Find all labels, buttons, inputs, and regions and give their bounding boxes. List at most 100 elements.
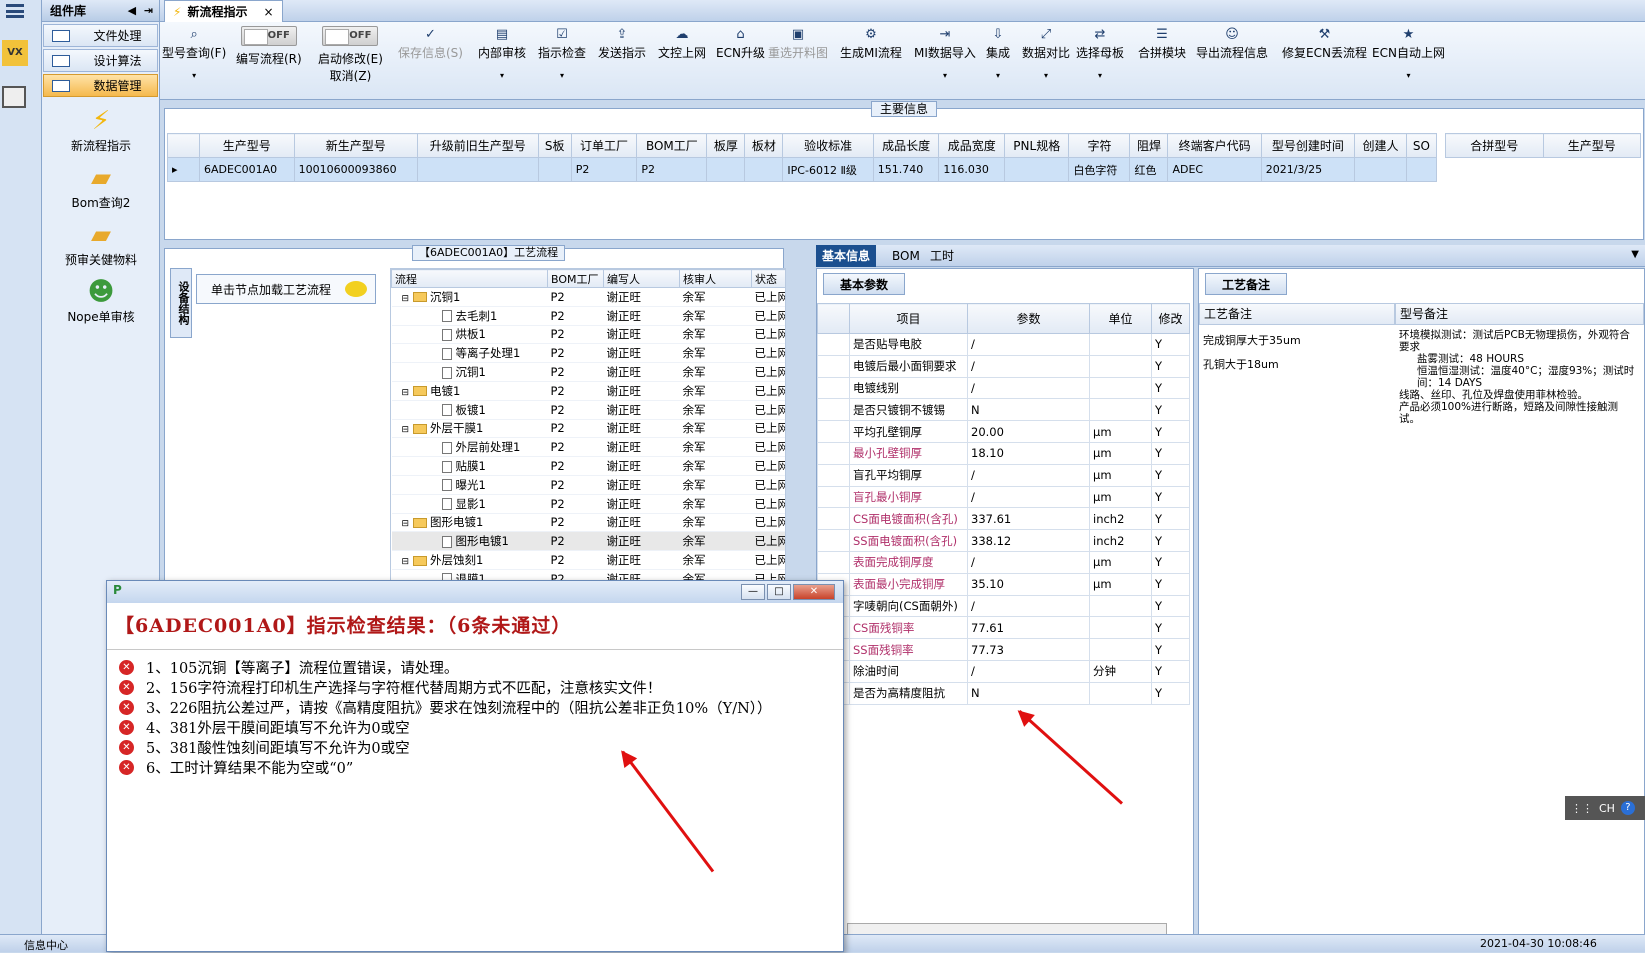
process-note-text[interactable]: 完成铜厚大于35um 孔铜大于18um — [1203, 329, 1389, 377]
param-modify-cell[interactable]: Y — [1151, 550, 1190, 574]
column-header[interactable]: 新生产型号 — [293, 133, 418, 158]
repair-ecn-button[interactable]: ⚒ 修复ECN丢流程 — [1282, 26, 1367, 61]
tree-node[interactable]: 等离子处理1 — [391, 343, 548, 364]
param-value-cell[interactable]: 337.61 — [967, 507, 1090, 531]
column-header[interactable]: 工艺备注 — [1199, 303, 1395, 325]
integrate-button[interactable]: ⇩ 集成 ▾ — [986, 26, 1010, 80]
tree-node[interactable]: 曝光1 — [391, 475, 548, 495]
table-row[interactable]: 平均孔壁铜厚 20.00 μm Y — [817, 420, 1190, 443]
mi-import-button[interactable]: ⇥ MI数据导入 ▾ — [914, 26, 976, 80]
column-header[interactable]: 板厚 — [706, 133, 746, 158]
table-cell[interactable]: 6ADEC001A0 — [199, 157, 295, 182]
table-cell[interactable]: 红色 — [1129, 157, 1169, 182]
save-info-button[interactable]: ✓ 保存信息(S) — [398, 26, 463, 61]
tree-row[interactable]: 曝光1 P2 谢正旺 余军 已上网 — [391, 475, 785, 495]
tab-bom[interactable]: BOM — [886, 245, 926, 267]
collapse-icon[interactable]: ⊟ — [402, 388, 410, 398]
model-query-button[interactable]: ⌕ 型号查询(F) ▾ — [162, 26, 226, 80]
generate-mi-button[interactable]: ⚙ 生成MI流程 — [840, 26, 902, 61]
tree-row[interactable]: ⊟ 沉铜1 P2 谢正旺 余军 已上网 — [391, 287, 785, 307]
tree-row[interactable]: 显影1 P2 谢正旺 余军 已上网 — [391, 494, 785, 514]
param-modify-cell[interactable]: Y — [1151, 659, 1190, 683]
export-flow-button[interactable]: ☺ 导出流程信息 — [1196, 26, 1268, 61]
doc-online-button[interactable]: ☁ 文控上网 — [658, 26, 706, 61]
table-row[interactable]: 是否只镀铜不镀锡 N Y — [817, 398, 1190, 422]
maximize-button[interactable]: □ — [767, 584, 791, 600]
tree-node[interactable]: 图形电镀1 — [391, 531, 548, 552]
tree-node[interactable]: ⊟ 电镀1 — [391, 381, 548, 401]
tab-basic-params[interactable]: 基本参数 — [823, 273, 906, 295]
tab-hours[interactable]: 工时 — [924, 245, 960, 267]
column-header[interactable]: 创建人 — [1354, 133, 1407, 158]
table-row[interactable]: SS面残铜率 77.73 Y — [817, 638, 1190, 661]
tree-row[interactable]: ⊟ 电镀1 P2 谢正旺 余军 已上网 — [391, 381, 785, 401]
tree-row[interactable]: ⊟ 外层蚀刻1 P2 谢正旺 余军 已上网 — [391, 550, 785, 570]
param-value-cell[interactable]: 20.00 — [967, 420, 1090, 443]
nav-data-management[interactable]: 数据管理 — [43, 74, 158, 97]
tree-node[interactable]: 贴膜1 — [391, 456, 548, 476]
param-value-cell[interactable]: 338.12 — [967, 529, 1090, 552]
model-note-text[interactable]: 环境模拟测试：测试后PCB无物理损伤，外观符合要求 盐雾测试：48 HOURS … — [1399, 329, 1639, 425]
edit-flow-toggle[interactable]: OFF 编写流程(R) — [236, 26, 302, 67]
tree-node[interactable]: ⊟ 图形电镀1 — [391, 513, 548, 533]
data-compare-button[interactable]: ⤢ 数据对比 ▾ — [1022, 26, 1070, 80]
table-cell[interactable]: 116.030 — [938, 157, 1006, 182]
table-row[interactable]: 表面最小完成铜厚 35.10 μm Y — [817, 572, 1190, 596]
tree-row[interactable]: 去毛刺1 P2 谢正旺 余军 已上网 — [391, 306, 785, 326]
param-modify-cell[interactable]: Y — [1151, 463, 1190, 487]
tree-node[interactable]: 外层前处理1 — [391, 437, 548, 458]
tree-row[interactable]: 烘板1 P2 谢正旺 余军 已上网 — [391, 325, 785, 345]
column-header[interactable]: 生产型号 — [1542, 133, 1641, 158]
param-value-cell[interactable]: / — [967, 485, 1090, 509]
tree-node[interactable]: 显影1 — [391, 494, 548, 514]
ime-language[interactable]: CH — [1599, 802, 1615, 815]
menu-icon[interactable] — [6, 4, 24, 18]
table-row[interactable]: ▸ 6ADEC001A0 10010600093860 P2 P2 IPC-60… — [167, 157, 1438, 182]
tree-row[interactable]: ⊟ 图形电镀1 P2 谢正旺 余军 已上网 — [391, 513, 785, 533]
help-icon[interactable]: ? — [1620, 801, 1635, 815]
tool-new-flow[interactable]: ⚡ 新流程指示 — [42, 105, 160, 154]
table-cell[interactable] — [416, 157, 539, 182]
table-cell[interactable]: 151.740 — [872, 157, 940, 182]
param-modify-cell[interactable]: Y — [1151, 354, 1190, 378]
dialog-titlebar[interactable]: P — □ ✕ — [107, 581, 843, 603]
table-cell[interactable]: P2 — [636, 157, 708, 182]
param-value-cell[interactable]: 77.73 — [967, 638, 1090, 661]
table-cell[interactable]: IPC-6012 Ⅱ级 — [782, 157, 874, 182]
table-row[interactable]: 是否为高精度阻抗 N Y — [817, 681, 1190, 705]
table-row[interactable]: 是否贴导电胶 / Y — [817, 333, 1190, 356]
table-cell[interactable] — [1405, 157, 1438, 182]
param-value-cell[interactable]: 18.10 — [967, 441, 1090, 465]
table-cell[interactable]: 2021/3/25 — [1260, 157, 1356, 182]
column-header[interactable]: 生产型号 — [199, 133, 295, 158]
param-modify-cell[interactable]: Y — [1151, 398, 1190, 422]
param-modify-cell[interactable]: Y — [1151, 638, 1190, 661]
tree-row[interactable]: 贴膜1 P2 谢正旺 余军 已上网 — [391, 456, 785, 476]
cancel-label[interactable]: 取消(Z) — [318, 67, 383, 84]
param-value-cell[interactable]: N — [967, 681, 1090, 705]
column-header[interactable]: 流程 — [391, 269, 548, 288]
column-header[interactable]: 成品宽度 — [938, 133, 1006, 158]
tree-node[interactable]: 沉铜1 — [391, 362, 548, 382]
table-row[interactable]: 除油时间 / 分钟 Y — [817, 659, 1190, 683]
info-center-label[interactable]: 信息中心 — [24, 937, 68, 953]
column-header[interactable]: 型号创建时间 — [1260, 133, 1356, 158]
param-value-cell[interactable]: / — [967, 594, 1090, 618]
table-row[interactable]: CS面电镀面积(含孔) 337.61 inch2 Y — [817, 507, 1190, 531]
table-cell[interactable] — [1004, 157, 1070, 182]
internal-review-button[interactable]: ▤ 内部审核 ▾ — [478, 26, 526, 80]
tab-new-flow[interactable]: ⚡ 新流程指示 × — [164, 0, 283, 22]
reselect-cutting-button[interactable]: ▣ 重选开料图 — [768, 26, 828, 61]
table-row[interactable]: 电镀后最小面铜要求 / Y — [817, 354, 1190, 378]
table-row[interactable]: 字唛朝向(CS面朝外) / Y — [817, 594, 1190, 618]
tree-row[interactable]: 沉铜1 P2 谢正旺 余军 已上网 — [391, 362, 785, 382]
param-modify-cell[interactable]: Y — [1151, 572, 1190, 596]
tree-row[interactable]: 图形电镀1 P2 谢正旺 余军 已上网 — [391, 531, 785, 552]
table-row[interactable]: SS面电镀面积(含孔) 338.12 inch2 Y — [817, 529, 1190, 552]
param-value-cell[interactable]: N — [967, 398, 1090, 422]
column-header[interactable]: 核审人 — [679, 269, 752, 288]
column-header[interactable]: 合拼型号 — [1445, 133, 1544, 158]
column-header[interactable]: 参数 — [967, 303, 1090, 334]
param-value-cell[interactable]: / — [967, 376, 1090, 400]
column-header[interactable]: 阻焊 — [1129, 133, 1169, 158]
